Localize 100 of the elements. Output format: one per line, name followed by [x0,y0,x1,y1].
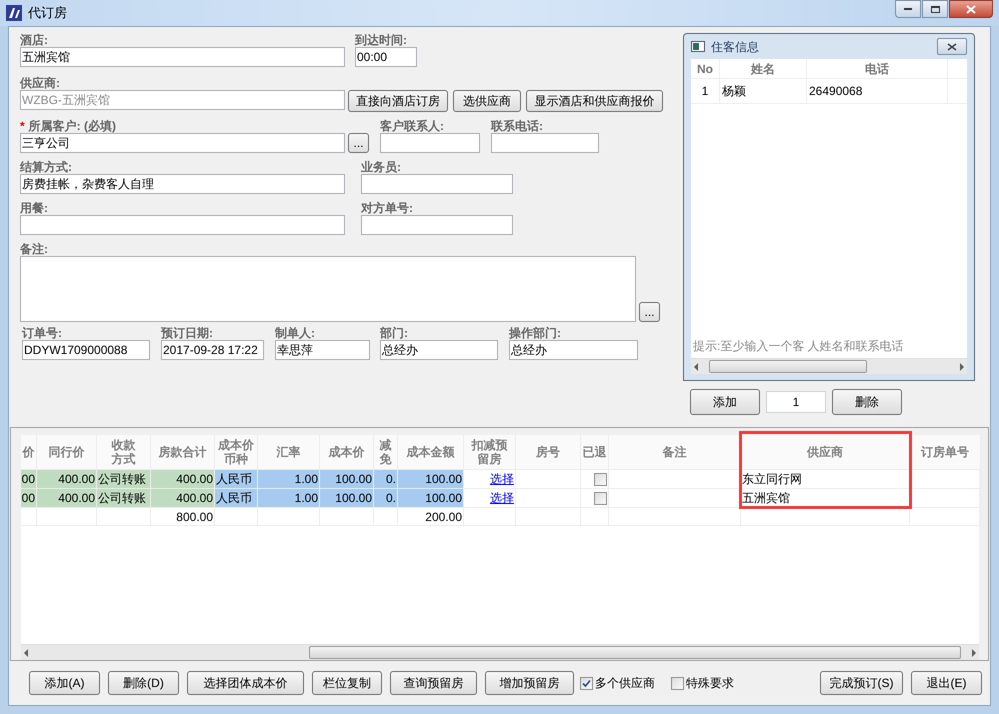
checkbox[interactable] [594,492,607,504]
total-cell: 800.00 [151,508,215,526]
minimize-button[interactable] [895,0,921,18]
browse-button[interactable]: ... [639,302,660,322]
action-button[interactable]: 删除 [832,389,902,415]
total-cell: 200.00 [398,508,464,526]
table-cell: 400.00 [37,489,97,508]
action-button[interactable]: 添加 [690,389,760,415]
count-field[interactable]: 1 [766,391,826,413]
table-cell: 东立同行网 [741,470,910,489]
field-label: 用餐: [20,202,48,214]
table-cell: 100.00 [320,470,374,489]
text-field[interactable]: 2017-09-28 17:22 [161,340,264,360]
action-button[interactable]: 查询预留房 [390,671,477,695]
checkbox[interactable] [671,676,684,690]
panel-title: 住客信息 [711,38,759,56]
text-field[interactable] [361,215,513,235]
checkbox-label: 多个供应商 [595,675,655,692]
table-cell: 26490068 [807,79,948,103]
action-button[interactable]: 删除(D) [108,671,179,695]
text-field[interactable]: 总经办 [509,340,638,360]
table-cell: 人民币 [215,470,258,489]
close-button[interactable] [937,38,967,55]
column-header: No [691,59,720,78]
table-cell: 400.00 [151,489,215,508]
select-link[interactable]: 选择 [490,470,514,488]
column-header: 成本金额 [398,435,464,470]
close-icon [947,42,957,50]
column-header: 姓名 [720,59,807,78]
text-field[interactable]: 总经办 [380,340,498,360]
text-field[interactable]: DDYW1709000088 [22,340,150,360]
text-field[interactable] [491,133,599,153]
checkbox[interactable] [594,472,607,486]
column-header: 收款方式 [97,435,151,470]
column-header: 价 [21,435,37,470]
column-header: 备注 [609,435,741,470]
total-cell [374,508,398,526]
text-field[interactable] [361,174,513,194]
horizontal-scrollbar[interactable] [21,644,979,660]
field-label: 预订日期: [161,327,213,339]
field-label: 到达时间: [355,34,407,46]
action-button[interactable]: 添加(A) [29,671,100,695]
column-header: 房号 [516,435,581,470]
action-button[interactable]: 选供应商 [453,90,521,112]
horizontal-scrollbar[interactable] [691,358,967,374]
table-cell: 1.00 [258,470,320,489]
column-header: 房款合计 [151,435,215,470]
column-header: 同行价 [37,435,97,470]
field-label: 对方单号: [361,202,413,214]
field-label: 业务员: [361,161,401,173]
text-field[interactable] [20,215,345,235]
action-button[interactable]: 显示酒店和供应商报价 [526,90,663,112]
action-button[interactable]: 增加预留房 [485,671,574,695]
table-cell: 100.00 [398,489,464,508]
notes-field[interactable] [20,256,636,322]
window-title: 代订房 [28,4,67,22]
table-cell: 1.00 [258,489,320,508]
action-button[interactable]: 完成预订(S) [820,671,903,695]
total-cell [258,508,320,526]
table-cell: 100.00 [320,489,374,508]
field-label: 备注: [20,243,48,255]
text-field[interactable]: 三亨公司 [20,133,345,153]
text-field[interactable]: 房费挂帐，杂费客人自理 [20,174,345,194]
field-label: * 所属客户: (必填) [20,120,116,132]
field-label: 制单人: [275,327,315,339]
action-button[interactable]: 栏位复制 [312,671,382,695]
field-label: 供应商: [20,77,60,89]
total-cell [215,508,258,526]
field-label: 订单号: [22,327,62,339]
column-header: 扣减预留房 [464,435,516,470]
total-cell [37,508,97,526]
total-cell [320,508,374,526]
app-icon [6,5,22,21]
checkbox-label: 特殊要求 [686,675,734,692]
text-field[interactable]: 幸思萍 [275,340,370,360]
table-cell: 00 [21,489,37,508]
field-label: 操作部门: [509,327,561,339]
table-cell: 0. [374,489,398,508]
close-button[interactable] [949,0,993,18]
text-field[interactable]: 五洲宾馆 [20,47,345,67]
column-header: 电话 [807,59,948,78]
action-button[interactable]: 选择团体成本价 [187,671,304,695]
browse-button[interactable]: ... [348,133,369,153]
column-header: 减免 [374,435,398,470]
table-cell: 公司转账 [97,489,151,508]
select-link[interactable]: 选择 [490,489,514,507]
column-header: 汇率 [258,435,320,470]
table-cell: 人民币 [215,489,258,508]
column-header: 订房单号 [910,435,981,470]
maximize-button[interactable] [922,0,948,18]
table-cell [910,470,981,489]
field-label: 联系电话: [491,120,543,132]
text-field[interactable]: 00:00 [355,47,417,67]
checkbox[interactable] [580,676,593,690]
action-button[interactable]: 退出(E) [911,671,982,695]
action-button[interactable]: 直接向酒店订房 [348,90,448,112]
table-cell: 五洲宾馆 [741,489,910,508]
window-icon [691,41,705,52]
text-field[interactable] [380,133,480,153]
table-cell: 400.00 [37,470,97,489]
